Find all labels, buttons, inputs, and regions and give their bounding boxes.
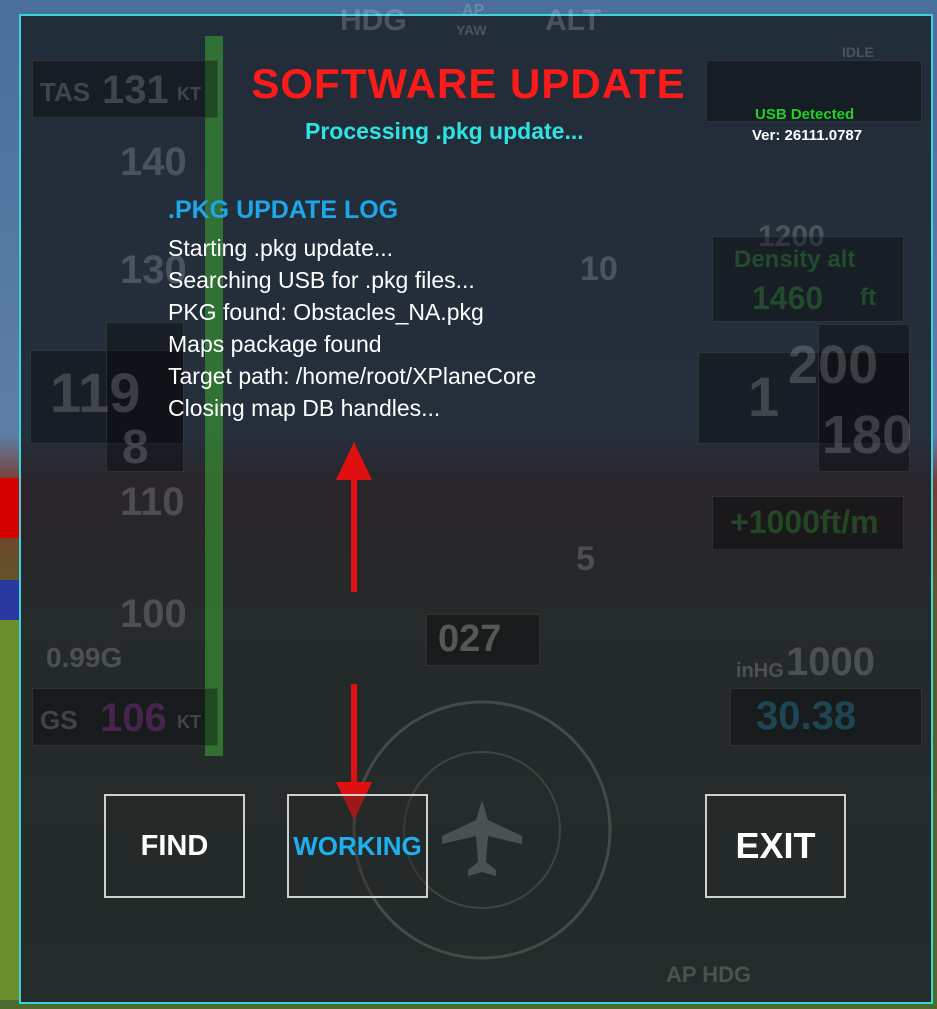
pitch-label-5: 5: [576, 540, 595, 578]
log-line: Target path: /home/root/XPlaneCore: [168, 363, 537, 389]
g-load: 0.99G: [46, 642, 123, 673]
alt-readout-top: 200: [788, 335, 879, 395]
dialog-subtitle: Processing .pkg update...: [305, 118, 584, 144]
working-button[interactable]: WORKING: [287, 794, 428, 898]
gs-unit: KT: [177, 712, 201, 732]
pitch-label-10: 10: [580, 250, 618, 288]
terrain-green-patch: [0, 620, 20, 1000]
exit-button[interactable]: EXIT: [705, 794, 846, 898]
density-alt-label: Density alt: [734, 246, 856, 273]
avionics-display: HDG AP YAW ALT IDLE TAS 131 KT 140 130 1…: [0, 0, 937, 1009]
ap-label: AP: [462, 2, 485, 19]
density-alt-value: 1460: [752, 280, 824, 316]
terrain-blue-patch: [0, 580, 20, 620]
gs-label: GS: [40, 705, 78, 735]
dialog-title: SOFTWARE UPDATE: [251, 60, 686, 107]
log-line: Closing map DB handles...: [168, 395, 441, 421]
speed-readout-digit: 8: [122, 421, 149, 474]
idle-label: IDLE: [842, 44, 874, 60]
alt-readout-main: 1: [748, 365, 780, 428]
density-alt-unit: ft: [860, 284, 876, 311]
heading-readout: 027: [438, 618, 502, 660]
speed-tick-100: 100: [120, 592, 187, 636]
speed-readout-main: 119: [50, 361, 141, 424]
log-list: Starting .pkg update... Searching USB fo…: [168, 232, 536, 424]
find-button[interactable]: FIND: [104, 794, 245, 898]
log-line: Searching USB for .pkg files...: [168, 267, 475, 293]
alt-label: ALT: [545, 4, 602, 37]
ap-hdg-label: AP HDG: [666, 962, 752, 987]
log-line: Maps package found: [168, 331, 382, 357]
speed-tick-140: 140: [120, 140, 187, 184]
baro-readout: 30.38: [756, 694, 857, 738]
alt-readout-bottom: 180: [822, 405, 913, 465]
yaw-label: YAW: [456, 22, 487, 38]
alt-tape-tick-1000: 1000: [786, 640, 875, 684]
hdg-label: HDG: [340, 4, 407, 37]
gs-value: 106: [100, 696, 167, 740]
log-heading: .PKG UPDATE LOG: [168, 196, 399, 224]
log-line: Starting .pkg update...: [168, 235, 394, 261]
usb-status: USB Detected: [755, 106, 855, 123]
vs-readout: +1000ft/m: [730, 504, 879, 540]
speed-tick-110: 110: [120, 480, 185, 524]
log-line: PKG found: Obstacles_NA.pkg: [168, 299, 484, 325]
version-label: Ver: 26111.0787: [752, 127, 863, 144]
arrow-up-icon: [336, 442, 372, 592]
airplane-icon: [442, 800, 522, 876]
baro-label: inHG: [736, 660, 784, 682]
